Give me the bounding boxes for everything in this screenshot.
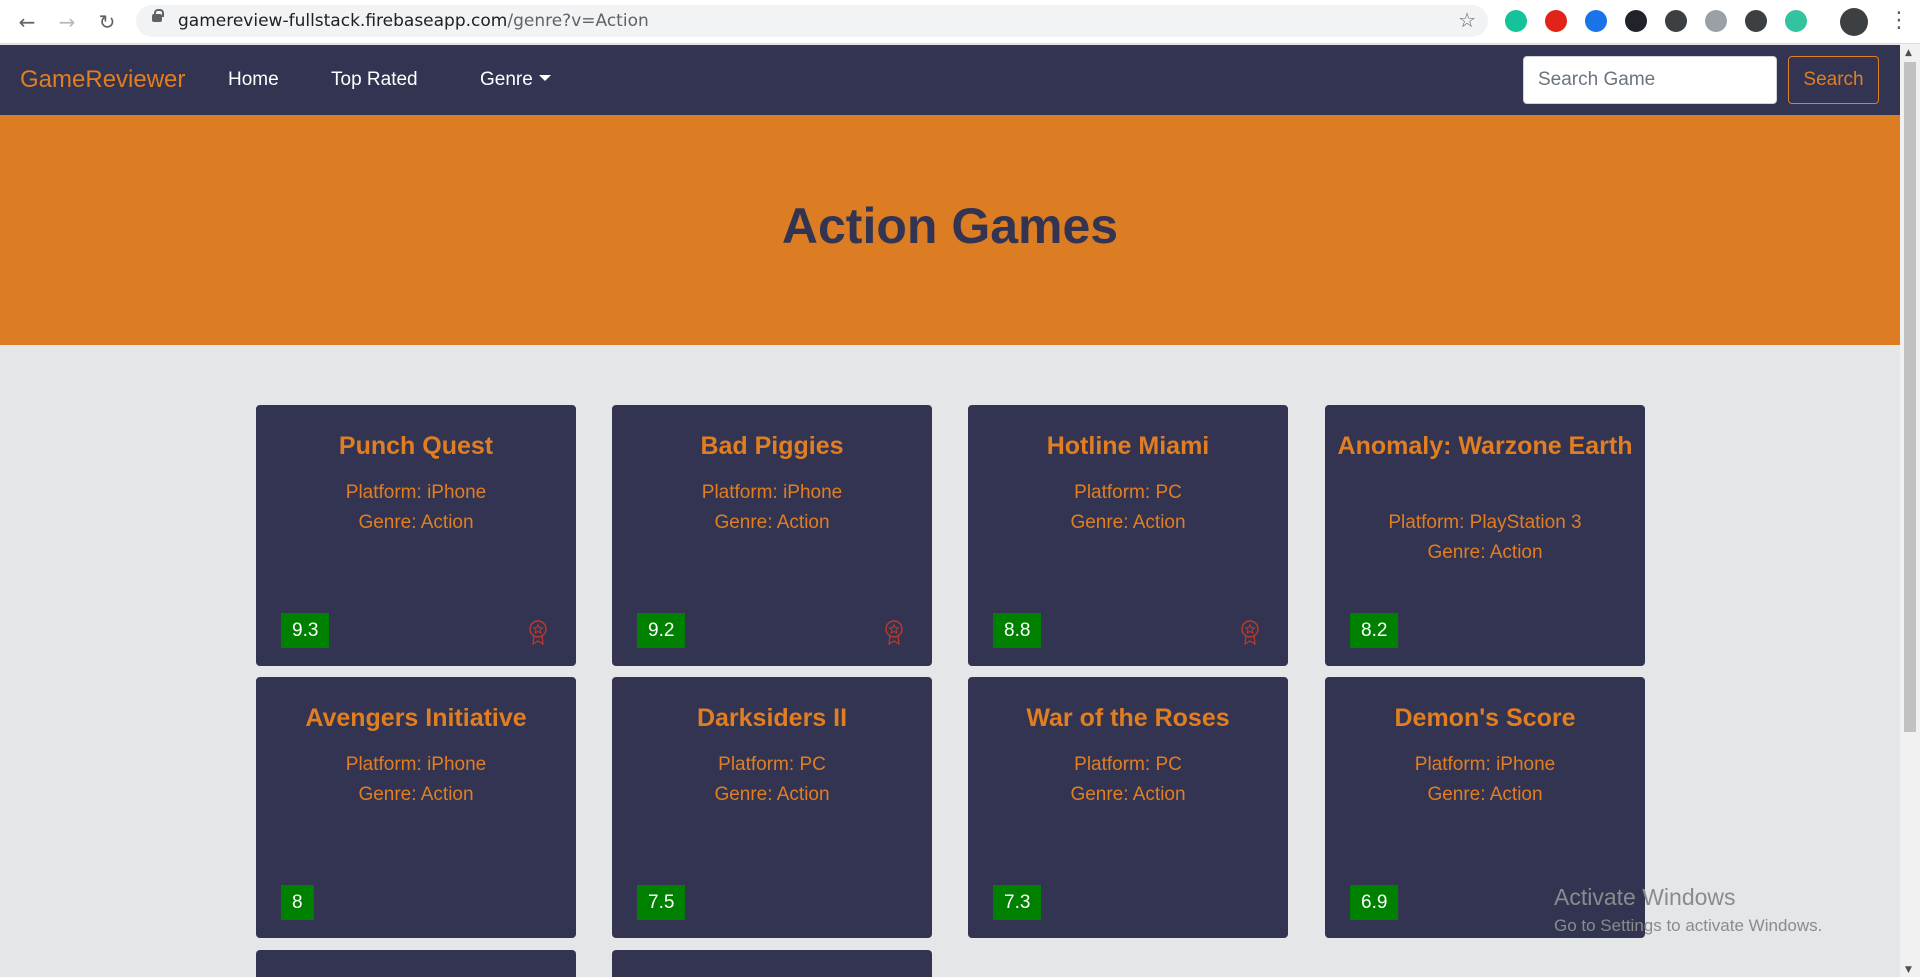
game-platform: Platform: iPhone bbox=[345, 482, 487, 503]
url-path: /genre?v=Action bbox=[507, 11, 649, 31]
game-platform: Platform: PlayStation 3 bbox=[1388, 512, 1582, 533]
game-title[interactable]: Darksiders II bbox=[622, 703, 922, 733]
nav-top-rated-link[interactable]: Top Rated bbox=[331, 69, 418, 91]
award-badge-icon bbox=[1241, 620, 1259, 646]
game-platform: Platform: PC bbox=[1074, 754, 1182, 775]
bookmark-star-icon[interactable]: ☆ bbox=[1458, 8, 1476, 32]
game-card[interactable]: Avengers Initiative Platform: iPhone Genre… bbox=[256, 677, 576, 938]
rating-badge: 8 bbox=[281, 885, 314, 920]
game-genre: Genre: Action bbox=[358, 512, 474, 533]
game-card[interactable]: Punch Quest Platform: iPhone Genre: Action… bbox=[256, 405, 576, 666]
award-badge-icon bbox=[529, 620, 547, 646]
screen-capture-icon[interactable] bbox=[1585, 10, 1607, 32]
adblock-icon[interactable] bbox=[1545, 10, 1567, 32]
game-genre: Genre: Action bbox=[1427, 542, 1543, 563]
brand-logo-link[interactable]: GameReviewer bbox=[20, 66, 185, 94]
rating-badge: 9.2 bbox=[637, 613, 686, 648]
rating-badge: 8.2 bbox=[1350, 613, 1399, 648]
scroll-thumb[interactable] bbox=[1904, 62, 1916, 732]
react-devtools-icon[interactable] bbox=[1625, 10, 1647, 32]
game-title[interactable]: Avengers Initiative bbox=[266, 703, 566, 733]
site-navbar: GameReviewer Home Top Rated Genre Search bbox=[0, 45, 1900, 115]
reload-icon[interactable]: ↻ bbox=[94, 9, 120, 35]
windows-activation-subtitle: Go to Settings to activate Windows. bbox=[1554, 916, 1823, 935]
dark-mode-icon[interactable] bbox=[1665, 10, 1687, 32]
loader-icon[interactable] bbox=[1785, 10, 1807, 32]
game-title[interactable]: Bad Piggies bbox=[622, 431, 922, 461]
rating-badge: 8.8 bbox=[993, 613, 1042, 648]
game-genre: Genre: Action bbox=[1070, 784, 1186, 805]
game-genre: Genre: Action bbox=[1427, 784, 1543, 805]
game-title[interactable]: Anomaly: Warzone Earth bbox=[1335, 431, 1635, 461]
rating-badge: 7.3 bbox=[993, 885, 1042, 920]
rating-badge: 6.9 bbox=[1350, 885, 1399, 920]
game-card[interactable]: Bad Piggies Platform: iPhone Genre: Action… bbox=[612, 405, 932, 666]
rating-badge: 7.5 bbox=[637, 885, 686, 920]
scroll-down-arrow-icon[interactable]: ▼ bbox=[1905, 965, 1912, 975]
award-badge-icon bbox=[885, 620, 903, 646]
nav-home-link[interactable]: Home bbox=[228, 69, 279, 91]
back-icon[interactable]: ← bbox=[14, 9, 40, 35]
browser-toolbar: ← → ↻ gamereview-fullstack.firebaseapp.c… bbox=[0, 0, 1920, 44]
forward-icon[interactable]: → bbox=[54, 9, 80, 35]
scroll-up-arrow-icon[interactable]: ▲ bbox=[1905, 48, 1912, 58]
page-title: Action Games bbox=[781, 198, 1119, 254]
terminal-icon[interactable] bbox=[1745, 10, 1767, 32]
address-bar[interactable]: gamereview-fullstack.firebaseapp.com/gen… bbox=[136, 5, 1488, 37]
game-genre: Genre: Action bbox=[358, 784, 474, 805]
rating-badge: 9.3 bbox=[281, 613, 330, 648]
menu-kebab-icon[interactable]: ⋮ bbox=[1888, 8, 1910, 33]
game-platform: Platform: iPhone bbox=[701, 482, 843, 503]
page-scrollbar[interactable]: ▲ ▼ bbox=[1900, 44, 1920, 977]
game-platform: Platform: PC bbox=[1074, 482, 1182, 503]
game-genre: Genre: Action bbox=[1070, 512, 1186, 533]
search-input[interactable] bbox=[1523, 56, 1777, 104]
game-genre: Genre: Action bbox=[714, 512, 830, 533]
game-title[interactable]: Demon's Score bbox=[1335, 703, 1635, 733]
lock-icon[interactable] bbox=[152, 9, 164, 22]
game-card[interactable]: Anomaly: Warzone Earth Platform: PlayStat… bbox=[1325, 405, 1645, 666]
genre-hero-banner: Action Games bbox=[0, 115, 1900, 345]
game-platform: Platform: iPhone bbox=[1414, 754, 1556, 775]
game-title[interactable]: War of the Roses bbox=[978, 703, 1278, 733]
game-title[interactable]: Punch Quest bbox=[266, 431, 566, 461]
nav-genre-dropdown[interactable]: Genre bbox=[480, 69, 551, 91]
url-text[interactable]: gamereview-fullstack.firebaseapp.com/gen… bbox=[178, 11, 649, 31]
game-card[interactable]: War of the Roses Platform: PC Genre: Actio… bbox=[968, 677, 1288, 938]
search-button[interactable]: Search bbox=[1788, 56, 1879, 104]
game-genre: Genre: Action bbox=[714, 784, 830, 805]
grammarly-icon[interactable] bbox=[1505, 10, 1527, 32]
game-card[interactable]: Hotline Miami Platform: PC Genre: Action 8.… bbox=[968, 405, 1288, 666]
game-platform: Platform: PC bbox=[718, 754, 826, 775]
windows-activation-title: Activate Windows bbox=[1554, 884, 1736, 910]
profile-avatar[interactable] bbox=[1840, 8, 1868, 36]
game-title[interactable]: Hotline Miami bbox=[978, 431, 1278, 461]
caret-down-icon bbox=[538, 75, 551, 81]
game-card-partial[interactable] bbox=[612, 950, 932, 977]
game-platform: Platform: iPhone bbox=[345, 754, 487, 775]
game-card[interactable]: Darksiders II Platform: PC Genre: Action 7.… bbox=[612, 677, 932, 938]
nav-genre-label: Genre bbox=[480, 69, 533, 90]
hypothesis-icon[interactable] bbox=[1705, 10, 1727, 32]
game-card-partial[interactable] bbox=[256, 950, 576, 977]
url-host: gamereview-fullstack.firebaseapp.com bbox=[178, 11, 508, 31]
